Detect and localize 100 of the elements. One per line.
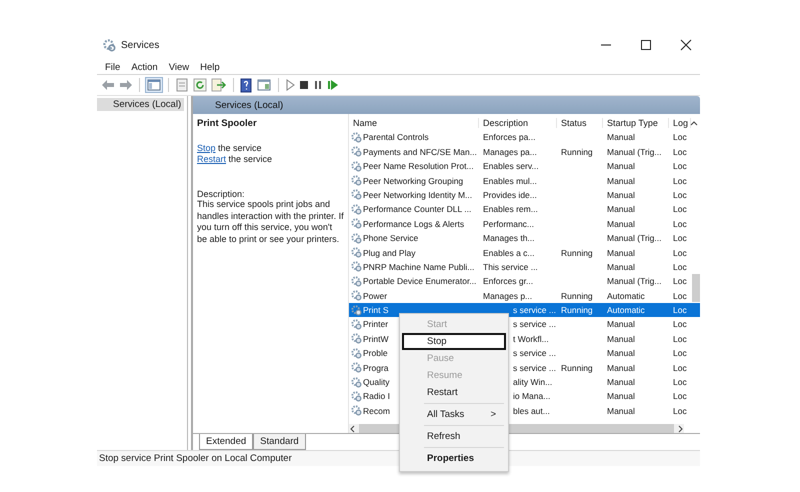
table-cell: Loc [673, 406, 687, 416]
gear-icon [351, 390, 362, 402]
table-cell[interactable]: Peer Networking Identity M... [363, 190, 472, 200]
resume-icon[interactable] [327, 79, 339, 91]
menu-item[interactable]: View [168, 62, 190, 72]
console-tree-icon[interactable] [146, 78, 162, 92]
table-cell: Manual [607, 319, 635, 330]
gear-icon [351, 276, 362, 287]
table-cell: io Mana... [513, 391, 550, 402]
table-cell[interactable]: PrintW [363, 334, 388, 344]
table-cell[interactable]: Recom [363, 406, 390, 416]
tree-item[interactable]: Services (Local) [97, 98, 184, 111]
table-cell: s service ... [513, 362, 556, 373]
table-cell: bles aut... [513, 406, 550, 416]
view-tab[interactable]: Extended [199, 434, 254, 450]
gear-icon [351, 261, 362, 272]
table-cell: ality Win... [513, 377, 552, 388]
menu-item[interactable]: Action [131, 62, 158, 72]
menu-item[interactable]: Stop [402, 333, 506, 350]
refresh-icon[interactable] [193, 78, 207, 92]
table-cell: Loc [673, 276, 687, 286]
table-cell: Loc [673, 233, 687, 244]
table-cell: Enables serv... [483, 161, 539, 172]
table-cell[interactable]: Portable Device Enumerator... [363, 276, 476, 286]
scroll-thumb[interactable] [692, 274, 700, 302]
table-cell[interactable]: Peer Networking Grouping [363, 176, 464, 186]
table-cell: Manual [607, 190, 635, 200]
pause-icon[interactable] [313, 79, 323, 91]
action-text: Stop the service [197, 143, 263, 154]
table-cell[interactable]: Proble [363, 348, 388, 358]
action-link[interactable]: Restart [197, 154, 226, 164]
table-cell: Running [561, 305, 593, 316]
help-icon[interactable] [240, 78, 252, 92]
back-arrow-icon[interactable] [101, 79, 115, 91]
column-header[interactable]: Log [669, 118, 691, 128]
gear-icon [351, 405, 362, 416]
table-cell[interactable]: Phone Service [363, 233, 418, 244]
forward-arrow-icon[interactable] [119, 79, 133, 91]
scroll-left-icon[interactable] [349, 424, 357, 432]
description-label: Description: [197, 189, 246, 199]
properties-icon[interactable] [175, 78, 189, 92]
table-cell: Loc [673, 319, 687, 330]
table-cell[interactable]: Payments and NFC/SE Man... [363, 146, 477, 157]
table-cell: Manual [607, 262, 635, 272]
pane-title: Services (Local) [215, 100, 284, 110]
column-header[interactable]: Description [479, 118, 557, 128]
menu-item[interactable]: Help [200, 62, 220, 72]
table-cell[interactable]: Peer Name Resolution Prot... [363, 161, 474, 172]
action-link[interactable]: Stop [197, 143, 216, 153]
table-cell[interactable]: Parental Controls [363, 132, 429, 142]
gear-icon [351, 304, 362, 316]
table-cell: Loc [673, 334, 687, 344]
table-cell: Manual [607, 132, 635, 142]
table-cell[interactable]: PNRP Machine Name Publi... [363, 262, 474, 272]
window-pane-icon[interactable] [256, 78, 272, 92]
table-cell[interactable]: Plug and Play [363, 248, 416, 258]
table-cell: Loc [673, 248, 687, 258]
column-header[interactable]: Name [349, 118, 479, 128]
menu-item[interactable]: Restart [402, 384, 506, 401]
table-cell: Loc [673, 161, 687, 172]
table-cell: Manual [607, 406, 635, 416]
table-cell[interactable]: Progra [363, 362, 389, 373]
table-cell: Loc [673, 176, 687, 186]
maximize-icon[interactable] [640, 39, 652, 51]
table-cell: Loc [673, 391, 687, 402]
action-text: Restart the service [197, 154, 274, 165]
table-cell: Loc [673, 132, 687, 142]
table-cell[interactable]: Performance Counter DLL ... [363, 204, 472, 214]
table-cell[interactable]: Quality [363, 377, 390, 388]
window-title: Services [121, 40, 160, 50]
table-cell: Loc [673, 377, 687, 388]
table-cell[interactable]: Print S [363, 305, 389, 316]
table-cell: Loc [673, 146, 687, 157]
menu-item[interactable]: File [105, 62, 120, 72]
gear-icon [351, 362, 362, 374]
table-cell: Manual (Trig... [607, 146, 662, 157]
menu-item[interactable]: All Tasks > [402, 406, 506, 423]
status-text: Stop service Print Spooler on Local Computer [99, 453, 292, 464]
export-icon[interactable] [211, 78, 227, 92]
close-icon[interactable] [680, 39, 692, 51]
table-cell: Manages th... [483, 233, 535, 244]
table-cell: Automatic [607, 305, 645, 316]
table-cell: s service ... [513, 319, 556, 330]
view-tab[interactable]: Standard [253, 434, 306, 450]
table-cell[interactable]: Performance Logs & Alerts [363, 218, 464, 229]
scroll-right-icon[interactable] [676, 424, 684, 432]
scroll-up-icon[interactable] [690, 119, 698, 127]
description-text: This service spools print jobs and handles interaction with the printer. If you turn off this service, you won't be able to print or see your printers. [197, 199, 344, 245]
table-cell[interactable]: Printer [363, 319, 388, 330]
table-cell[interactable]: Radio I [363, 391, 390, 402]
stop-icon[interactable] [299, 79, 309, 91]
column-header[interactable]: Status [557, 118, 603, 128]
menu-item[interactable]: Properties [402, 450, 506, 467]
column-header[interactable]: Startup Type [603, 118, 669, 128]
table-cell: s service ... [513, 348, 556, 358]
table-cell[interactable]: Power [363, 290, 388, 301]
gear-icon [351, 290, 362, 302]
menu-item[interactable]: Refresh [402, 428, 506, 445]
gear-icon [351, 175, 362, 186]
table-cell: Loc [673, 190, 687, 200]
